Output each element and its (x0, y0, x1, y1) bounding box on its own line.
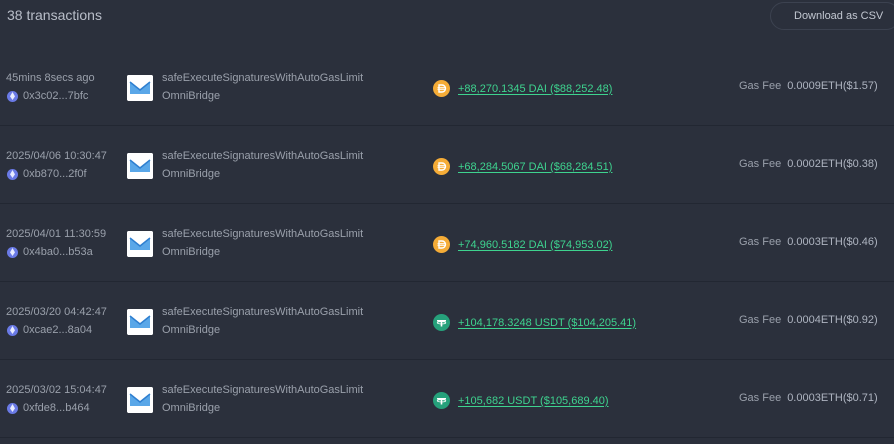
list-header: 38 transactions Download as CSV (0, 0, 894, 32)
contract-name[interactable]: OmniBridge (162, 168, 220, 180)
gas-fee: Gas Fee 0.0003ETH($0.46) (739, 236, 878, 248)
gas-fee-value: 0.0009ETH($1.57) (787, 80, 878, 92)
gas-fee-value: 0.0003ETH($0.46) (787, 236, 878, 248)
transaction-hash-text[interactable]: 0xfde8...b464 (23, 402, 90, 414)
gas-fee-label: Gas Fee (739, 80, 782, 92)
dai-icon (433, 80, 450, 97)
transaction-hash-text[interactable]: 0x3c02...7bfc (23, 90, 88, 102)
transaction-time: 2025/03/02 15:04:47 (6, 384, 107, 396)
ethereum-icon (7, 246, 18, 258)
omnibridge-icon (127, 387, 153, 413)
transfer-amount[interactable]: +104,178.3248 USDT ($104,205.41) (433, 314, 636, 331)
ethereum-icon (7, 324, 18, 336)
transaction-row[interactable]: 45mins 8secs ago 0x3c02...7bfc safeExecu… (0, 48, 894, 126)
gas-fee: Gas Fee 0.0003ETH($0.71) (739, 392, 878, 404)
omnibridge-icon (127, 231, 153, 257)
amount-link[interactable]: +88,270.1345 DAI ($88,252.48) (458, 83, 612, 95)
ethereum-icon (7, 402, 18, 414)
gas-fee-label: Gas Fee (739, 236, 782, 248)
usdt-icon (433, 314, 450, 331)
transfer-amount[interactable]: +105,682 USDT ($105,689.40) (433, 392, 609, 409)
transaction-row[interactable]: 2025/04/06 10:30:47 0xb870...2f0f safeEx… (0, 126, 894, 204)
contract-name[interactable]: OmniBridge (162, 324, 220, 336)
gas-fee-value: 0.0003ETH($0.71) (787, 392, 878, 404)
gas-fee-label: Gas Fee (739, 158, 782, 170)
method-name: safeExecuteSignaturesWithAutoGasLimit (162, 306, 364, 318)
contract-name[interactable]: OmniBridge (162, 90, 220, 102)
omnibridge-icon (127, 309, 153, 335)
method-name: safeExecuteSignaturesWithAutoGasLimit (162, 228, 364, 240)
contract-name[interactable]: OmniBridge (162, 246, 220, 258)
gas-fee: Gas Fee 0.0009ETH($1.57) (739, 80, 878, 92)
transaction-time: 45mins 8secs ago (6, 72, 95, 84)
ethereum-icon (7, 90, 18, 102)
transaction-time: 2025/04/01 11:30:59 (6, 228, 107, 240)
usdt-icon (433, 392, 450, 409)
amount-link[interactable]: +104,178.3248 USDT ($104,205.41) (458, 317, 636, 329)
gas-fee-label: Gas Fee (739, 314, 782, 326)
amount-link[interactable]: +105,682 USDT ($105,689.40) (458, 395, 609, 407)
omnibridge-icon (127, 153, 153, 179)
transaction-hash-text[interactable]: 0xb870...2f0f (23, 168, 87, 180)
transaction-hash[interactable]: 0xcae2...8a04 (7, 324, 92, 336)
contract-name[interactable]: OmniBridge (162, 402, 220, 414)
transaction-count: 38 transactions (7, 7, 102, 23)
transaction-hash[interactable]: 0x3c02...7bfc (7, 90, 88, 102)
transaction-list: 45mins 8secs ago 0x3c02...7bfc safeExecu… (0, 48, 894, 438)
gas-fee-value: 0.0002ETH($0.38) (787, 158, 878, 170)
gas-fee-value: 0.0004ETH($0.92) (787, 314, 878, 326)
transaction-time: 2025/03/20 04:42:47 (6, 306, 107, 318)
ethereum-icon (7, 168, 18, 180)
transaction-row[interactable]: 2025/03/02 15:04:47 0xfde8...b464 safeEx… (0, 360, 894, 438)
transfer-amount[interactable]: +74,960.5182 DAI ($74,953.02) (433, 236, 612, 253)
transaction-hash[interactable]: 0xfde8...b464 (7, 402, 90, 414)
transfer-amount[interactable]: +88,270.1345 DAI ($88,252.48) (433, 80, 612, 97)
transaction-time: 2025/04/06 10:30:47 (6, 150, 107, 162)
transaction-hash[interactable]: 0x4ba0...b53a (7, 246, 93, 258)
method-name: safeExecuteSignaturesWithAutoGasLimit (162, 384, 364, 396)
gas-fee: Gas Fee 0.0004ETH($0.92) (739, 314, 878, 326)
transaction-hash-text[interactable]: 0x4ba0...b53a (23, 246, 93, 258)
omnibridge-icon (127, 75, 153, 101)
method-name: safeExecuteSignaturesWithAutoGasLimit (162, 72, 364, 84)
amount-link[interactable]: +68,284.5067 DAI ($68,284.51) (458, 161, 612, 173)
gas-fee-label: Gas Fee (739, 392, 782, 404)
transaction-hash[interactable]: 0xb870...2f0f (7, 168, 87, 180)
dai-icon (433, 236, 450, 253)
gas-fee: Gas Fee 0.0002ETH($0.38) (739, 158, 878, 170)
method-name: safeExecuteSignaturesWithAutoGasLimit (162, 150, 364, 162)
amount-link[interactable]: +74,960.5182 DAI ($74,953.02) (458, 239, 612, 251)
transfer-amount[interactable]: +68,284.5067 DAI ($68,284.51) (433, 158, 612, 175)
dai-icon (433, 158, 450, 175)
download-csv-button[interactable]: Download as CSV (770, 2, 894, 30)
transaction-row[interactable]: 2025/04/01 11:30:59 0x4ba0...b53a safeEx… (0, 204, 894, 282)
transaction-row[interactable]: 2025/03/20 04:42:47 0xcae2...8a04 safeEx… (0, 282, 894, 360)
transaction-hash-text[interactable]: 0xcae2...8a04 (23, 324, 92, 336)
